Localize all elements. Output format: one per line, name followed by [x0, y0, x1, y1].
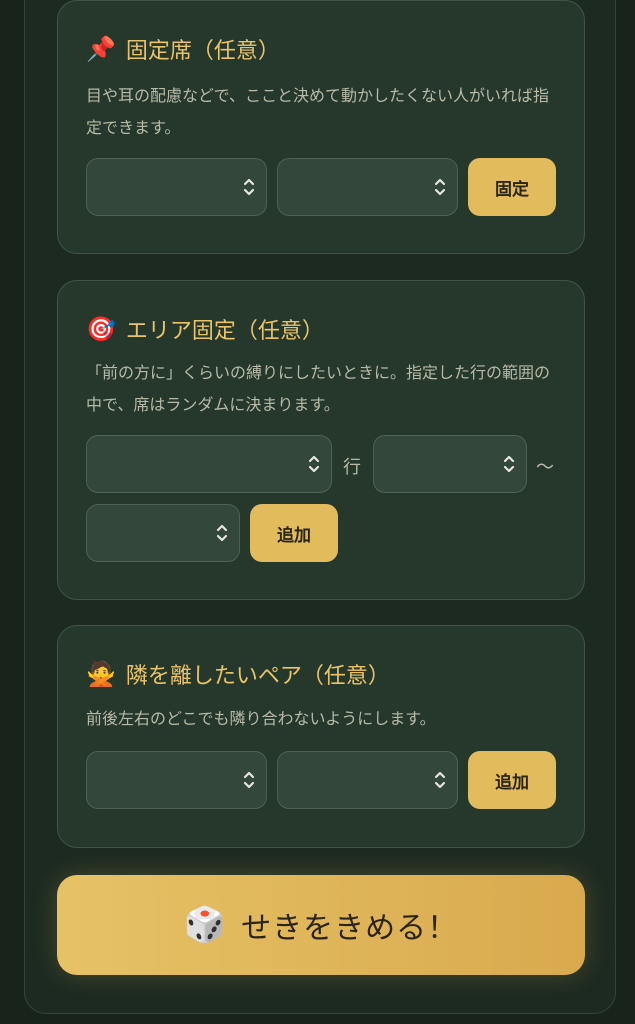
separate-pair-card: 🙅 隣を離したいペア（任意） 前後左右のどこでも隣り合わないようにします。 追加 — [57, 625, 585, 848]
select-arrows-icon — [434, 178, 446, 196]
add-area-button[interactable]: 追加 — [250, 504, 338, 562]
area-fixed-card: 🎯 エリア固定（任意） 「前の方に」くらいの縛りにしたいときに。指定した行の範囲… — [57, 280, 585, 600]
separate-pair-title: 🙅 隣を離したいペア（任意） — [86, 658, 390, 690]
select-arrows-icon — [243, 771, 255, 789]
fixed-seat-card: 📌 固定席（任意） 目や耳の配慮などで、ここと決めて動かしたくない人がいれば指定… — [57, 0, 585, 254]
select-arrows-icon — [434, 771, 446, 789]
dice-icon: 🎲 — [183, 905, 228, 945]
no-gesture-icon: 🙅 — [86, 660, 116, 688]
separate-pair-description: 前後左右のどこでも隣り合わないようにします。 — [86, 709, 436, 728]
fixed-seat-person-select[interactable] — [86, 158, 267, 216]
row-unit-label: 行 — [343, 457, 361, 478]
pair-person-a-select[interactable] — [86, 751, 267, 809]
fixed-seat-title: 📌 固定席（任意） — [86, 33, 280, 65]
fixed-seat-title-text: 固定席（任意） — [125, 39, 280, 64]
select-arrows-icon — [308, 455, 320, 473]
fixed-seat-description: 目や耳の配慮などで、ここと決めて動かしたくない人がいれば指定できます。 — [86, 86, 550, 137]
decide-seats-button[interactable]: 🎲 せきをきめる！ — [57, 875, 585, 975]
separate-pair-title-text: 隣を離したいペア（任意） — [125, 664, 390, 689]
pair-person-b-select[interactable] — [277, 751, 458, 809]
select-arrows-icon — [243, 178, 255, 196]
area-fixed-description: 「前の方に」くらいの縛りにしたいときに。指定した行の範囲の中で、席はランダムに決… — [86, 363, 551, 414]
area-person-select[interactable] — [86, 435, 332, 493]
select-arrows-icon — [503, 455, 515, 473]
target-icon: 🎯 — [86, 315, 116, 343]
pushpin-icon: 📌 — [86, 35, 116, 63]
area-row-start-select[interactable] — [373, 435, 527, 493]
decide-seats-label: せきをきめる！ — [241, 911, 459, 946]
fixed-seat-position-select[interactable] — [277, 158, 458, 216]
fix-seat-button[interactable]: 固定 — [468, 158, 556, 216]
add-pair-button[interactable]: 追加 — [468, 751, 556, 809]
area-row-end-select[interactable] — [86, 504, 240, 562]
range-separator: 〜 — [536, 457, 554, 478]
select-arrows-icon — [216, 524, 228, 542]
area-fixed-title-text: エリア固定（任意） — [125, 319, 324, 344]
area-fixed-title: 🎯 エリア固定（任意） — [86, 313, 324, 345]
